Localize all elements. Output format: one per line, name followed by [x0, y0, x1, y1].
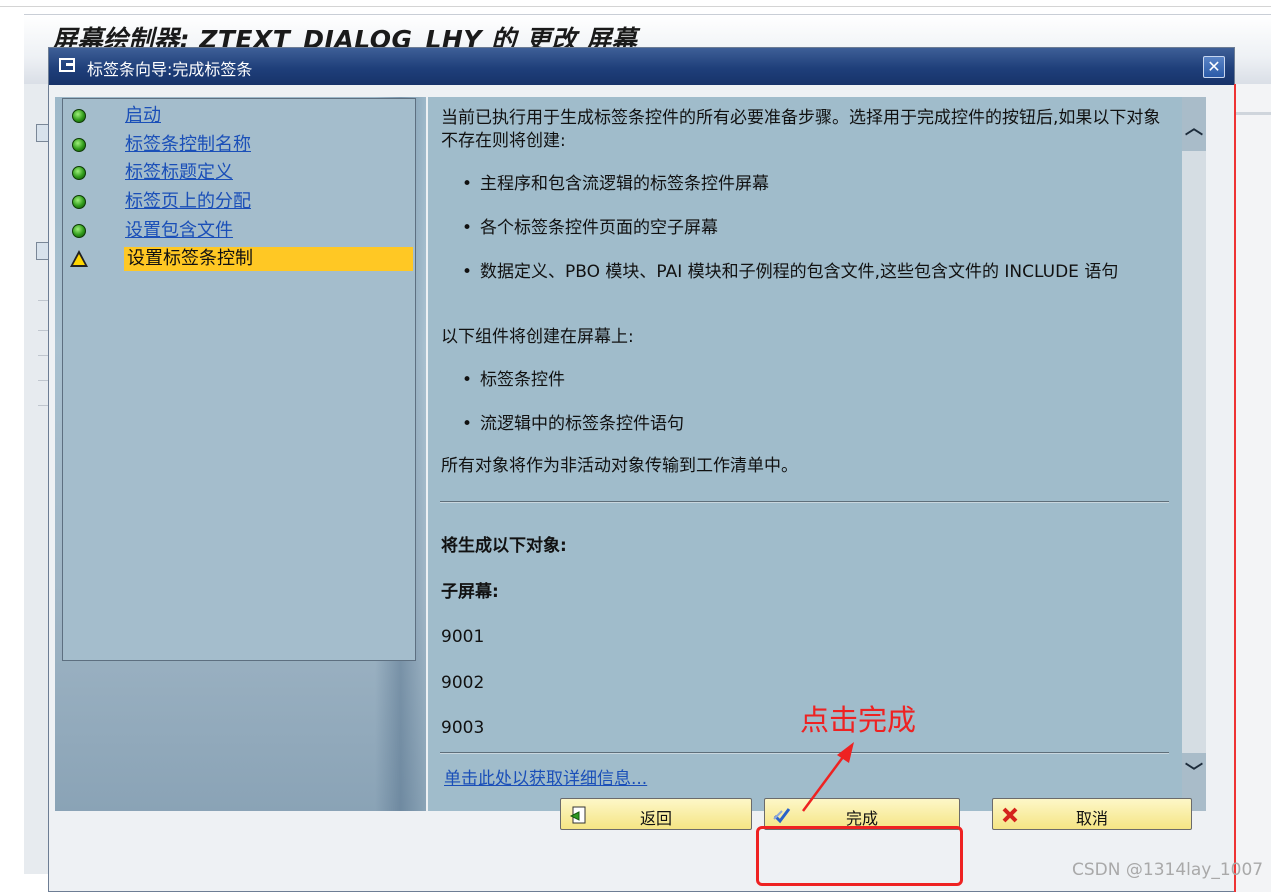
- annotation-highlight-box: [756, 826, 963, 886]
- annotation-arrow-icon: [801, 742, 854, 812]
- watermark: CSDN @1314lay_1007: [1072, 860, 1264, 880]
